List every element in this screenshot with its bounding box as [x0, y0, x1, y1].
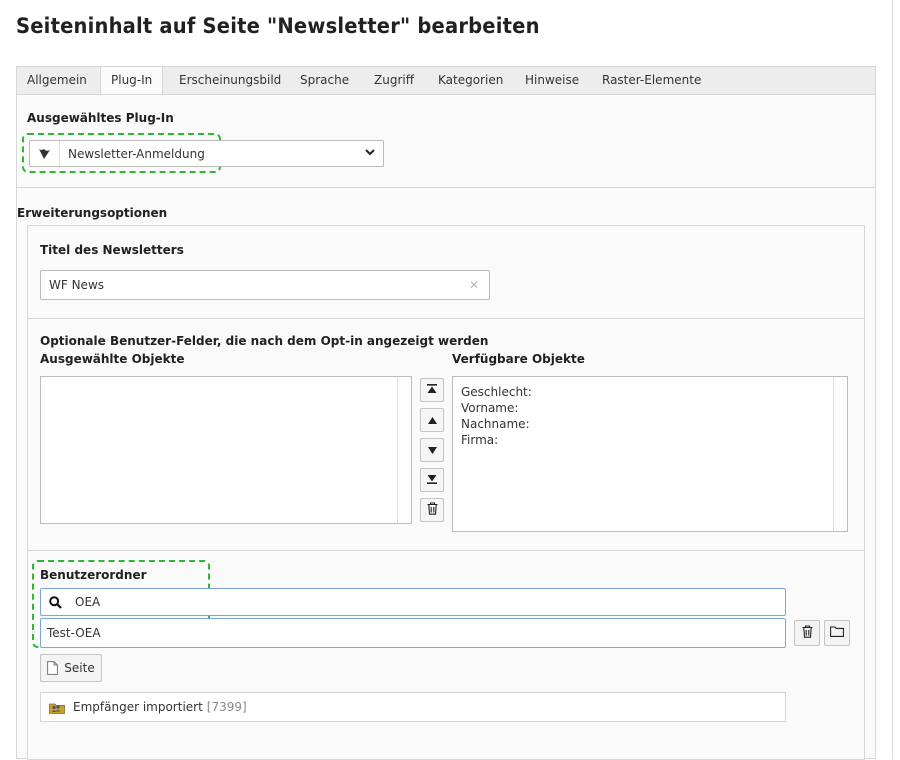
tab-plug-in[interactable]: Plug-In — [100, 66, 164, 96]
tab-kategorien[interactable]: Kategorien — [428, 67, 513, 95]
browse-folder-button[interactable] — [824, 620, 850, 646]
list-item[interactable]: Firma: — [461, 433, 498, 447]
tab-raster-elemente[interactable]: Raster-Elemente — [592, 67, 711, 95]
section-divider — [28, 318, 864, 319]
user-folder-selected-field[interactable]: Test-OEA — [40, 618, 786, 648]
move-top-button[interactable] — [420, 378, 444, 402]
remove-item-button[interactable] — [420, 498, 444, 522]
page-button-label: Seite — [64, 661, 95, 675]
arrow-up-icon — [427, 413, 437, 427]
move-top-icon — [427, 383, 437, 397]
recipient-row[interactable]: Empfänger importiert [7399] — [40, 692, 786, 722]
tab-hinweise[interactable]: Hinweise — [515, 67, 589, 95]
newsletter-title-label: Titel des Newsletters — [40, 243, 184, 257]
folder-users-icon — [49, 701, 65, 714]
search-icon — [41, 589, 69, 615]
tab-bar: Allgemein Plug-In Erscheinungsbild Sprac… — [16, 66, 876, 96]
divider — [892, 0, 893, 759]
recipient-label: Empfänger importiert — [73, 700, 203, 714]
selected-folder-value: Test-OEA — [47, 626, 101, 640]
tab-allgemein[interactable]: Allgemein — [17, 67, 97, 95]
move-up-button[interactable] — [420, 408, 444, 432]
selected-objects-label: Ausgewählte Objekte — [40, 352, 185, 366]
page-icon — [47, 661, 59, 675]
newsletter-title-value: WF News — [49, 278, 105, 292]
selected-objects-list[interactable] — [40, 376, 412, 524]
arrow-down-icon — [427, 443, 437, 457]
available-objects-list[interactable]: Geschlecht: Vorname: Nachname: Firma: — [452, 376, 848, 532]
page-button[interactable]: Seite — [40, 654, 102, 682]
recipient-id: [7399] — [206, 700, 247, 714]
plugin-select[interactable]: Newsletter-Anmeldung — [29, 140, 384, 167]
optin-fields-label: Optionale Benutzer-Felder, die nach dem … — [40, 334, 489, 348]
plugin-heading: Ausgewähltes Plug-In — [27, 111, 174, 125]
available-objects-label: Verfügbare Objekte — [452, 352, 585, 366]
typo3-logo-icon — [30, 141, 60, 166]
list-item[interactable]: Vorname: — [461, 401, 518, 415]
options-heading: Erweiterungsoptionen — [17, 206, 168, 220]
move-bottom-button[interactable] — [420, 468, 444, 492]
remove-folder-button[interactable] — [794, 620, 820, 646]
section-divider — [28, 550, 864, 551]
scrollbar[interactable] — [833, 377, 847, 531]
plugin-select-value: Newsletter-Anmeldung — [68, 147, 205, 161]
trash-icon — [427, 502, 438, 518]
form-panel: Ausgewähltes Plug-In Newsletter-Anmeldun… — [16, 94, 876, 760]
move-down-button[interactable] — [420, 438, 444, 462]
options-box: Titel des Newsletters WF News ✕ Optional… — [27, 225, 865, 760]
trash-icon — [802, 625, 813, 641]
newsletter-title-input[interactable]: WF News ✕ — [40, 270, 490, 300]
scrollbar[interactable] — [397, 377, 411, 523]
chevron-down-icon — [365, 145, 375, 162]
section-divider — [17, 187, 875, 188]
user-folder-label: Benutzerordner — [40, 568, 147, 582]
tab-sprache[interactable]: Sprache — [290, 67, 359, 95]
clear-icon[interactable]: ✕ — [469, 278, 479, 292]
list-item[interactable]: Nachname: — [461, 417, 530, 431]
tab-zugriff[interactable]: Zugriff — [364, 67, 424, 95]
search-value: OEA — [75, 595, 101, 609]
user-folder-search-input[interactable]: OEA — [40, 588, 786, 616]
list-item[interactable]: Geschlecht: — [461, 385, 532, 399]
tab-erscheinungsbild[interactable]: Erscheinungsbild — [169, 67, 291, 95]
folder-icon — [830, 626, 844, 640]
move-bottom-icon — [427, 473, 437, 487]
page-title: Seiteninhalt auf Seite "Newsletter" bear… — [16, 14, 540, 38]
